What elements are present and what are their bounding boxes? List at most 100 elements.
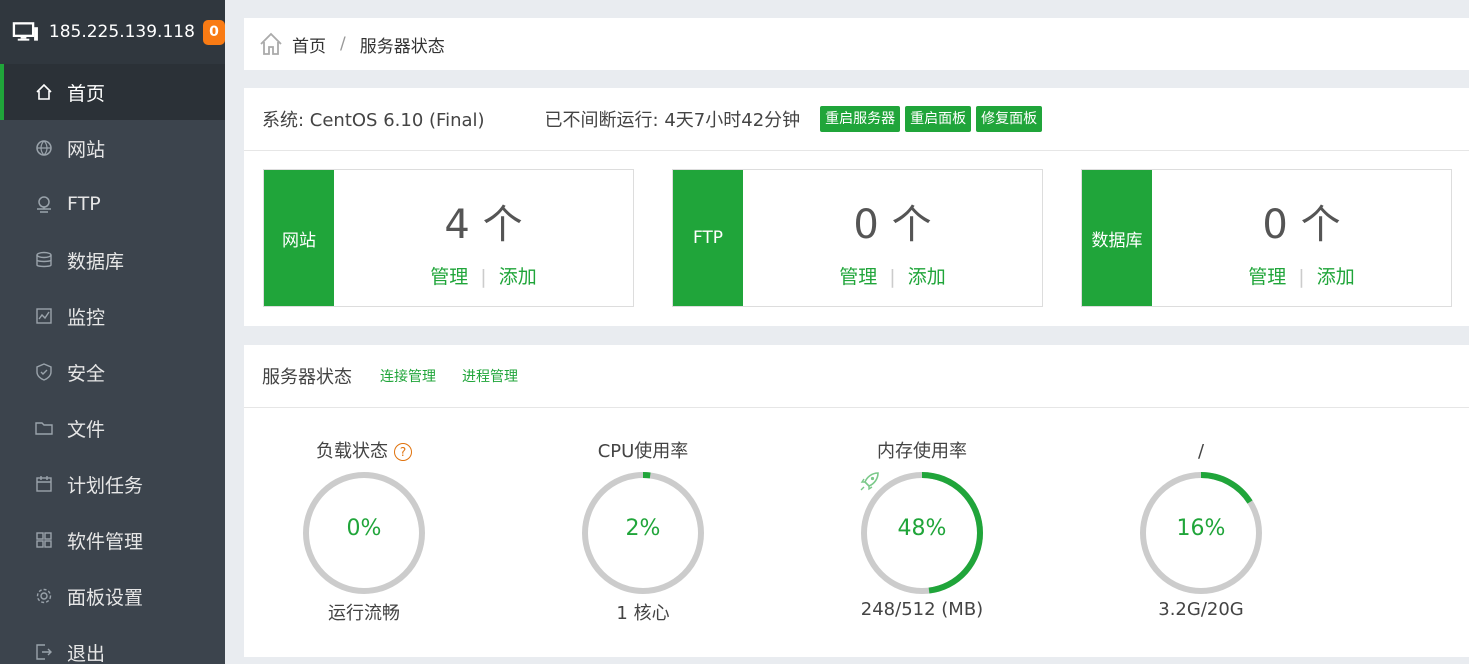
sidebar-item-database[interactable]: 数据库: [0, 232, 225, 288]
gauge-title: /: [1197, 441, 1205, 462]
gauge-value: 16%: [1176, 516, 1226, 541]
sidebar-item-security[interactable]: 安全: [0, 344, 225, 400]
shield-icon: [34, 362, 54, 382]
sidebar-item-label: 退出: [67, 642, 106, 664]
link-divider: |: [480, 266, 487, 288]
breadcrumb: 首页 / 服务器状态: [244, 18, 1469, 70]
sidebar-item-cron[interactable]: 计划任务: [0, 456, 225, 512]
help-icon[interactable]: ?: [394, 443, 412, 461]
card-count: 0 个: [853, 202, 932, 248]
sidebar-item-label: 监控: [67, 306, 106, 329]
logout-icon: [34, 642, 54, 662]
sidebar-item-label: FTP: [67, 193, 101, 215]
breadcrumb-current: 服务器状态: [359, 36, 445, 57]
gauge-ring: 16%: [1137, 469, 1265, 597]
home-icon: [34, 82, 54, 102]
link-divider: |: [1298, 266, 1305, 288]
computer-icon: [12, 22, 38, 41]
cpu-gauge[interactable]: CPU使用率 2% 1 核心: [563, 440, 723, 625]
breadcrumb-home[interactable]: 首页: [292, 32, 326, 57]
sidebar-item-label: 数据库: [67, 250, 125, 273]
load-gauge[interactable]: 负载状态 ? 0% 运行流畅: [284, 440, 444, 625]
restart-server-button[interactable]: 重启服务器: [820, 106, 901, 132]
sidebar-item-website[interactable]: 网站: [0, 120, 225, 176]
card-label: 网站: [264, 170, 334, 306]
gauge-title: CPU使用率: [597, 441, 689, 462]
sidebar-item-label: 安全: [67, 362, 106, 385]
sidebar-item-settings[interactable]: 面板设置: [0, 568, 225, 624]
manage-link[interactable]: 管理: [430, 266, 468, 288]
sidebar-item-label: 软件管理: [67, 530, 144, 553]
gauge-ring: 0%: [300, 469, 428, 597]
sidebar: 185.225.139.118 0 首页 网站 FTP 数据库 监控 安全 文件…: [0, 0, 225, 664]
card-count: 4 个: [444, 202, 523, 248]
database-icon: [34, 250, 54, 270]
gauge-title: 内存使用率: [877, 441, 967, 462]
database-card: 数据库 0 个 管理 | 添加: [1081, 169, 1452, 307]
status-title: 服务器状态: [262, 367, 352, 388]
link-divider: |: [889, 266, 896, 288]
system-info-row: 系统: CentOS 6.10 (Final) 已不间断运行: 4天7小时42分…: [244, 88, 1469, 151]
home-icon[interactable]: [258, 31, 284, 57]
card-links: 管理 | 添加: [743, 262, 1042, 289]
card-label: 数据库: [1082, 170, 1152, 306]
gauge-value: 2%: [625, 516, 661, 541]
summary-cards: 网站 4 个 管理 | 添加 FTP 0 个 管理 | 添加 数据库 0 个 管理 | 添加: [244, 151, 1469, 325]
repair-panel-button[interactable]: 修复面板: [976, 106, 1043, 132]
notification-badge[interactable]: 0: [202, 19, 225, 45]
sidebar-item-label: 面板设置: [67, 586, 144, 609]
card-links: 管理 | 添加: [334, 262, 633, 289]
process-manage-link[interactable]: 进程管理: [462, 366, 518, 386]
breadcrumb-separator: /: [340, 34, 346, 54]
sidebar-item-home[interactable]: 首页: [0, 64, 225, 120]
gauge-subtitle: 3.2G/20G: [1158, 599, 1244, 620]
restart-panel-button[interactable]: 重启面板: [905, 106, 972, 132]
apps-icon: [34, 530, 54, 550]
sidebar-item-label: 计划任务: [67, 474, 144, 497]
card-label: FTP: [673, 170, 743, 306]
sidebar-item-monitor[interactable]: 监控: [0, 288, 225, 344]
memory-gauge[interactable]: 内存使用率 48% 248/512 (MB): [842, 440, 1002, 620]
sidebar-item-label: 文件: [67, 418, 106, 441]
os-info: 系统: CentOS 6.10 (Final): [262, 110, 485, 131]
gauge-ring: 2%: [579, 469, 707, 597]
ftp-icon: [34, 194, 54, 214]
add-link[interactable]: 添加: [908, 266, 946, 288]
sidebar-item-logout[interactable]: 退出: [0, 624, 225, 664]
disk-gauge[interactable]: / 16% 3.2G/20G: [1121, 440, 1281, 620]
server-header: 185.225.139.118 0: [0, 0, 225, 64]
rocket-icon[interactable]: [858, 469, 882, 493]
card-links: 管理 | 添加: [1152, 262, 1451, 289]
gear-icon: [34, 586, 54, 606]
sidebar-item-label: 首页: [67, 82, 106, 105]
card-count: 0 个: [1262, 202, 1341, 248]
sidebar-nav: 首页 网站 FTP 数据库 监控 安全 文件 计划任务 软件管理 面板设置 退出: [0, 64, 225, 664]
gauge-ring: 48%: [858, 469, 986, 597]
calendar-icon: [34, 474, 54, 494]
status-header: 服务器状态 连接管理 进程管理: [244, 345, 1469, 408]
uptime-info: 已不间断运行: 4天7小时42分钟: [544, 110, 801, 131]
folder-icon: [34, 418, 54, 438]
monitor-icon: [34, 306, 54, 326]
gauge-subtitle: 运行流畅: [328, 603, 400, 624]
gauge-title: 负载状态 ?: [284, 440, 444, 464]
gauge-subtitle: 248/512 (MB): [860, 599, 984, 620]
sidebar-item-ftp[interactable]: FTP: [0, 176, 225, 232]
server-status-panel: 服务器状态 连接管理 进程管理 负载状态 ? 0% 运行流畅 CPU使用率 2%…: [244, 345, 1469, 657]
website-card: 网站 4 个 管理 | 添加: [263, 169, 634, 307]
add-link[interactable]: 添加: [1317, 266, 1355, 288]
globe-icon: [34, 138, 54, 158]
sidebar-item-files[interactable]: 文件: [0, 400, 225, 456]
manage-link[interactable]: 管理: [839, 266, 877, 288]
ftp-card: FTP 0 个 管理 | 添加: [672, 169, 1043, 307]
gauge-value: 48%: [897, 516, 947, 541]
gauge-subtitle: 1 核心: [616, 603, 670, 624]
sidebar-item-software[interactable]: 软件管理: [0, 512, 225, 568]
add-link[interactable]: 添加: [499, 266, 537, 288]
sidebar-item-label: 网站: [67, 138, 106, 161]
manage-link[interactable]: 管理: [1248, 266, 1286, 288]
gauge-value: 0%: [346, 516, 382, 541]
system-panel: 系统: CentOS 6.10 (Final) 已不间断运行: 4天7小时42分…: [244, 88, 1469, 326]
connection-manage-link[interactable]: 连接管理: [380, 366, 436, 386]
gauge-title-text: 负载状态: [316, 441, 388, 462]
